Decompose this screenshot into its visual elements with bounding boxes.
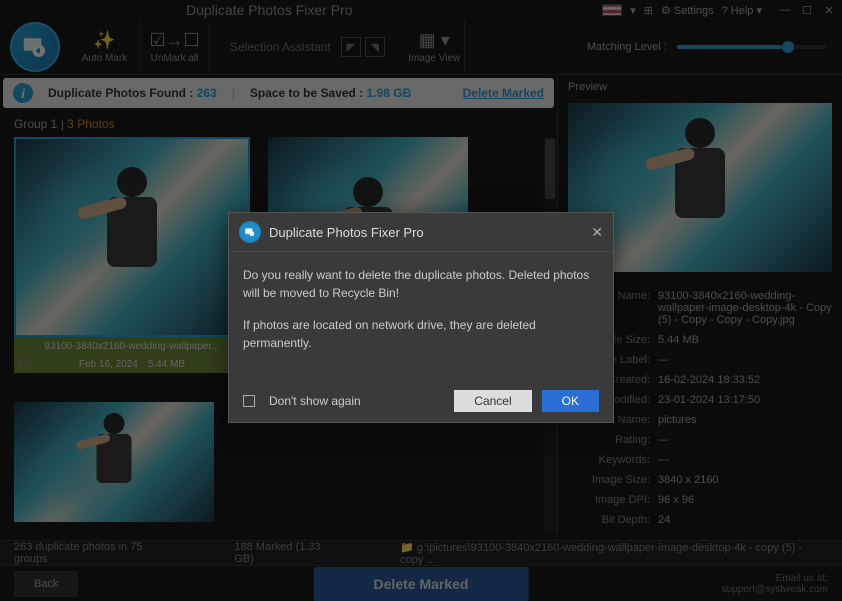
dialog-close-button[interactable]: ✕ bbox=[591, 224, 603, 241]
dialog-logo-icon bbox=[239, 221, 261, 243]
dialog-ok-button[interactable]: OK bbox=[542, 390, 599, 412]
dialog-title: Duplicate Photos Fixer Pro bbox=[269, 225, 424, 240]
dialog-cancel-button[interactable]: Cancel bbox=[454, 390, 531, 412]
confirm-dialog: Duplicate Photos Fixer Pro ✕ Do you real… bbox=[228, 212, 614, 423]
dont-show-label: Don't show again bbox=[269, 394, 361, 408]
dont-show-checkbox[interactable] bbox=[243, 395, 255, 407]
dialog-body: Do you really want to delete the duplica… bbox=[229, 252, 613, 380]
